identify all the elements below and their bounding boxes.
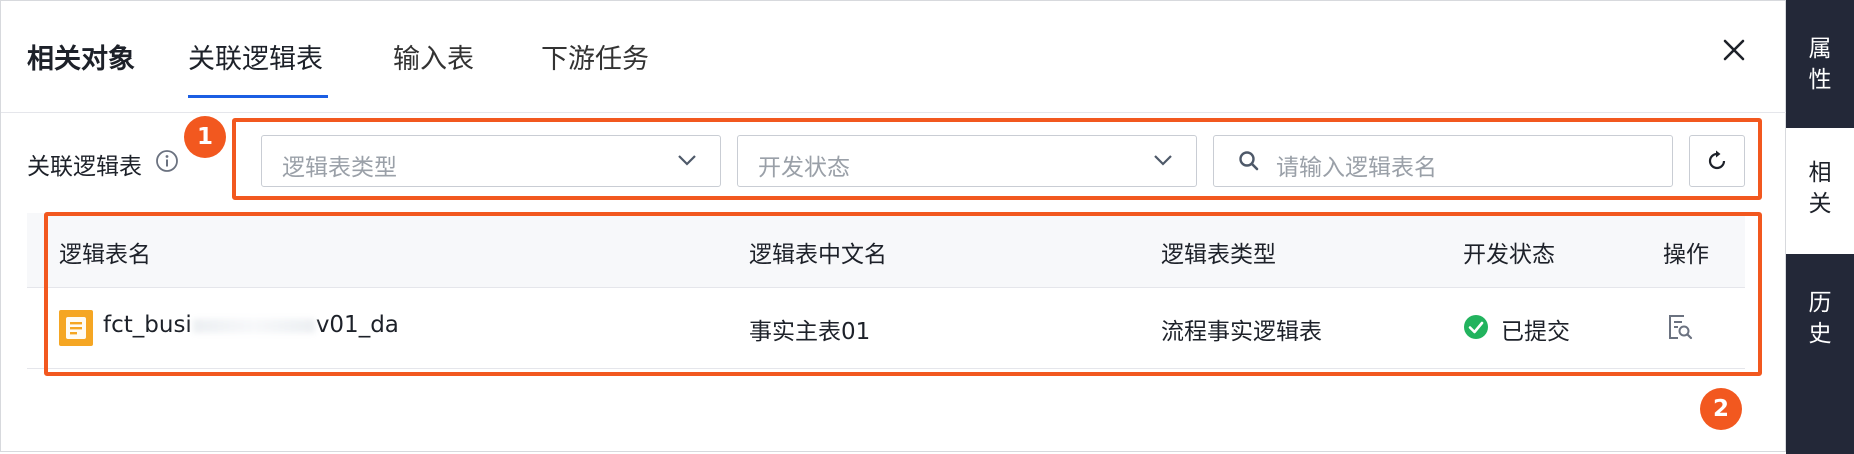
- right-sidebar: 属 性 相 关 历 史: [1786, 0, 1854, 454]
- sidebar-tab-history[interactable]: 历 史: [1786, 288, 1854, 350]
- tab-bar: 相关对象 关联逻辑表 输入表 下游任务: [1, 1, 1787, 113]
- sidebar-tab-history-line2: 史: [1808, 321, 1832, 347]
- panel-title: 相关对象: [27, 44, 135, 75]
- sidebar-tab-related[interactable]: 相 关: [1786, 128, 1854, 254]
- sidebar-tab-properties[interactable]: 属 性: [1786, 34, 1854, 96]
- sidebar-tab-related-line2: 关: [1808, 191, 1832, 217]
- active-tab-indicator: [188, 95, 328, 98]
- tab-related-logic-tables[interactable]: 关联逻辑表: [188, 37, 323, 76]
- tab-downstream-tasks[interactable]: 下游任务: [541, 37, 649, 76]
- annotation-badge-2: 2: [1700, 388, 1742, 430]
- annotation-badge-1: 1: [184, 116, 226, 158]
- highlight-box-table: [44, 212, 1762, 376]
- filter-label: 关联逻辑表: [27, 154, 142, 180]
- close-icon[interactable]: [1719, 35, 1749, 65]
- sidebar-tab-properties-line1: 属: [1808, 36, 1832, 62]
- info-icon[interactable]: [155, 149, 179, 173]
- sidebar-tab-related-line1: 相: [1808, 160, 1832, 186]
- sidebar-tab-history-line1: 历: [1808, 290, 1832, 316]
- tab-input-tables[interactable]: 输入表: [393, 37, 474, 76]
- sidebar-tab-properties-line2: 性: [1808, 67, 1832, 93]
- highlight-box-filters: [232, 118, 1762, 200]
